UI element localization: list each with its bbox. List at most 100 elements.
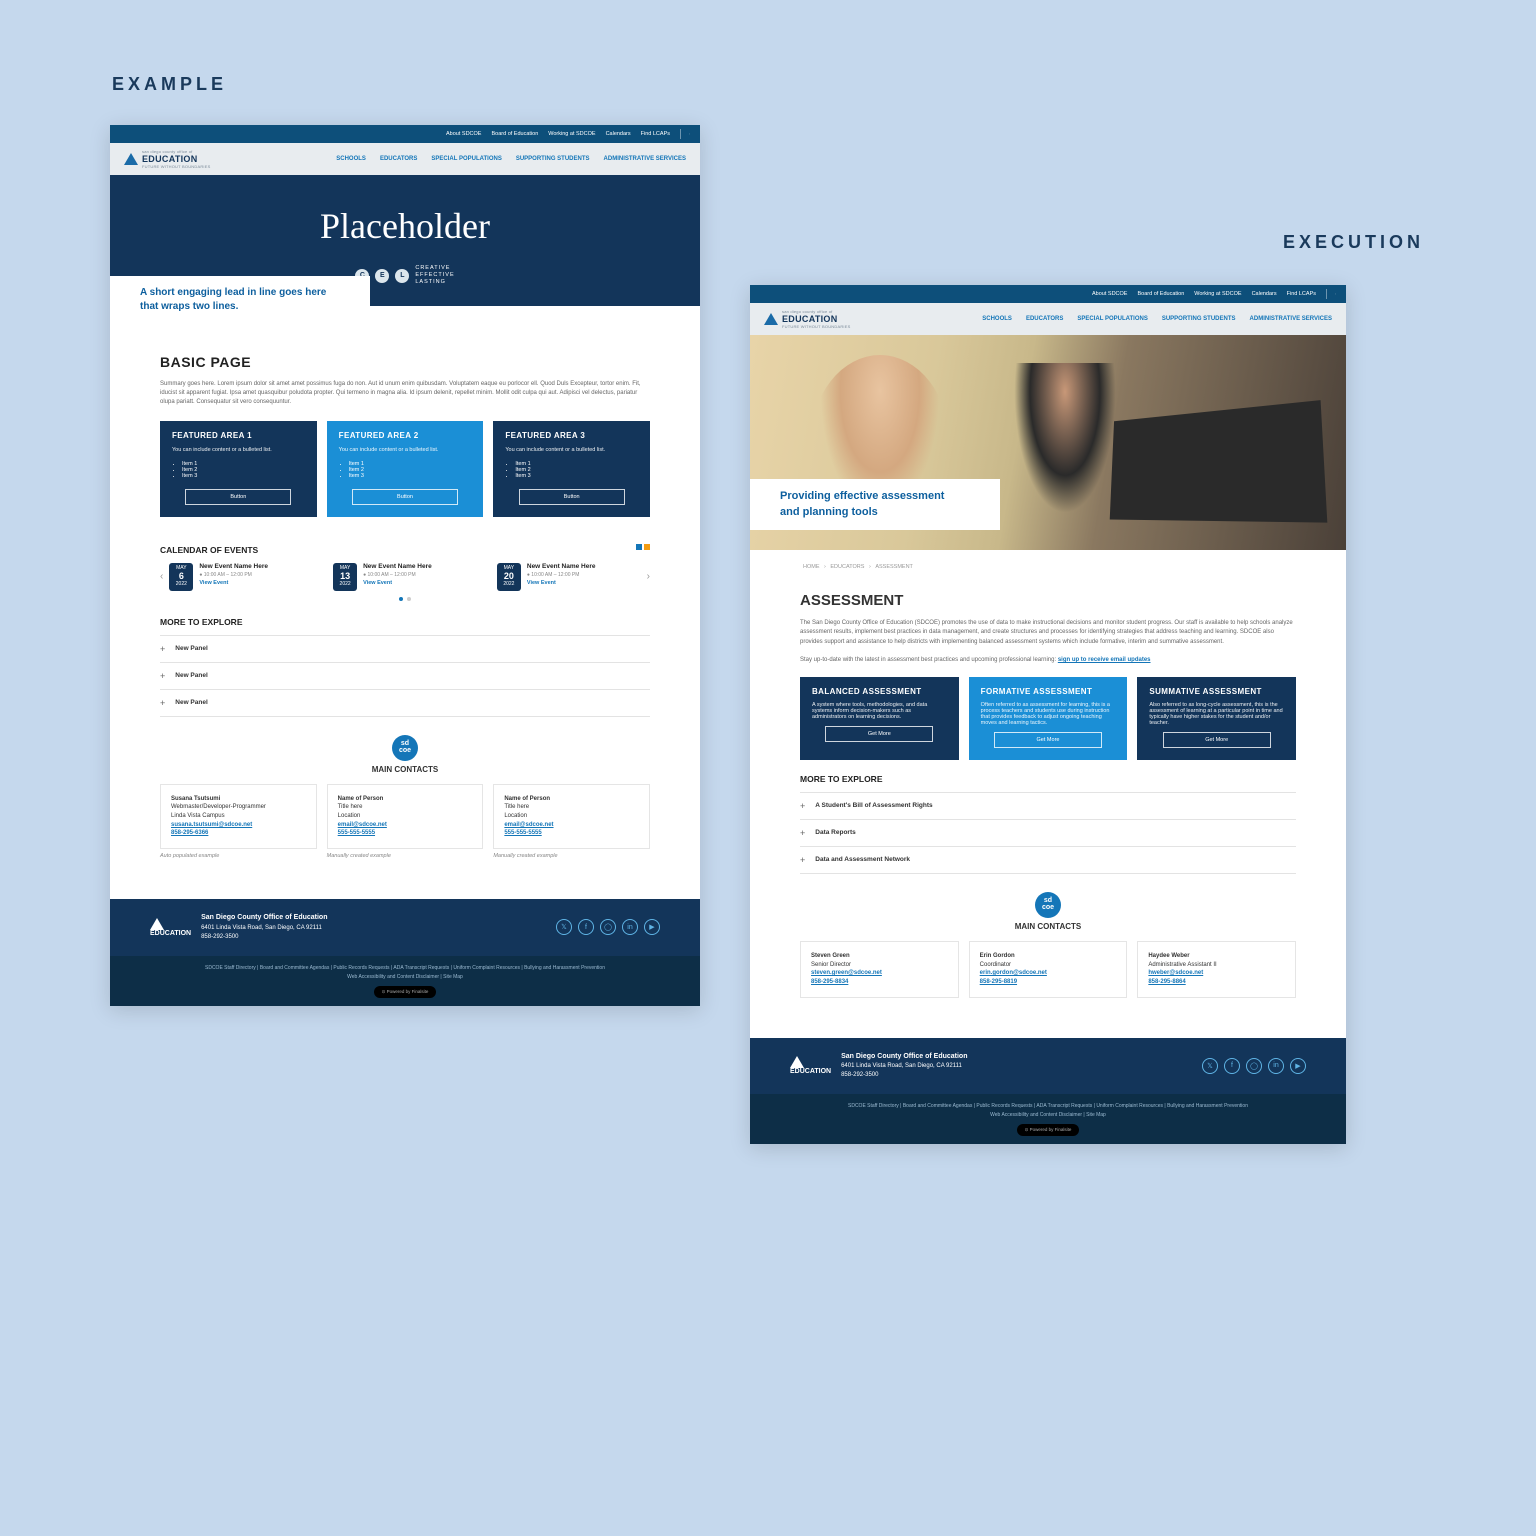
signup-link[interactable]: sign up to receive email updates <box>1058 657 1151 663</box>
assessment-card: FORMATIVE ASSESSMENTOften referred to as… <box>969 677 1128 760</box>
topbar-link[interactable]: Working at SDCOE <box>548 131 595 137</box>
nav-link[interactable]: EDUCATORS <box>380 156 417 162</box>
card-button[interactable]: Button <box>185 489 291 505</box>
card-button[interactable]: Get More <box>994 732 1102 748</box>
contact-phone-link[interactable]: 858-295-8834 <box>811 979 848 985</box>
youtube-icon[interactable]: ▶ <box>644 919 660 935</box>
social-links: 𝕏 f ◯ in ▶ <box>556 919 660 935</box>
powered-by-badge[interactable]: ⊙ Powered by Finalsite <box>374 986 437 998</box>
twitter-icon[interactable]: 𝕏 <box>556 919 572 935</box>
topbar-link[interactable]: Find LCAPs <box>1287 291 1316 297</box>
card-button[interactable]: Get More <box>825 726 933 742</box>
social-links: 𝕏f ◯ in ▶ <box>1202 1058 1306 1074</box>
instagram-icon[interactable]: ◯ <box>1246 1058 1262 1074</box>
contact-note: Manually created example <box>493 853 650 859</box>
contact-email-link[interactable]: email@sdcoe.net <box>504 822 553 828</box>
accordion-panel[interactable]: +New Panel <box>160 662 650 689</box>
label-example: EXAMPLE <box>112 74 227 95</box>
contact-email-link[interactable]: hweber@sdcoe.net <box>1148 970 1203 976</box>
cel-letter-icon: L <box>395 269 409 283</box>
contact-phone-link[interactable]: 858-295-8819 <box>980 979 1017 985</box>
view-event-link[interactable]: View Event <box>363 580 432 586</box>
cel-text: CREATIVEEFFECTIVELASTING <box>415 265 454 286</box>
search-icon[interactable] <box>1326 289 1336 299</box>
footer-address: San Diego County Office of Education6401… <box>841 1052 967 1081</box>
featured-card: FEATURED AREA 2 You can include content … <box>327 421 484 516</box>
accordion: +A Student's Bill of Assessment Rights +… <box>800 792 1296 874</box>
facebook-icon[interactable]: f <box>1224 1058 1240 1074</box>
contact-phone-link[interactable]: 858-295-8864 <box>1148 979 1185 985</box>
accordion-panel[interactable]: +New Panel <box>160 689 650 717</box>
nav-link[interactable]: SPECIAL POPULATIONS <box>431 156 501 162</box>
card-button[interactable]: Button <box>519 489 625 505</box>
event-item: MAY62022 New Event Name Here● 10:00 AM –… <box>169 563 313 591</box>
accordion-panel[interactable]: +A Student's Bill of Assessment Rights <box>800 792 1296 819</box>
logo[interactable]: san diego county office ofEDUCATIONFUTUR… <box>124 149 210 169</box>
navbar: san diego county office ofEDUCATIONFUTUR… <box>750 303 1346 335</box>
linkedin-icon[interactable]: in <box>622 919 638 935</box>
footer: EDUCATION San Diego County Office of Edu… <box>750 1038 1346 1095</box>
twitter-icon[interactable]: 𝕏 <box>1202 1058 1218 1074</box>
contact-phone-link[interactable]: 858-295-6366 <box>171 830 208 836</box>
event-title: New Event Name Here <box>527 563 596 570</box>
topbar-link[interactable]: Board of Education <box>491 131 538 137</box>
card-text: You can include content or a bulleted li… <box>172 446 305 454</box>
topbar-link[interactable]: Find LCAPs <box>641 131 670 137</box>
nav-link[interactable]: SUPPORTING STUDENTS <box>516 156 590 162</box>
summary-paragraph: Summary goes here. Lorem ipsum dolor sit… <box>160 380 650 407</box>
logo[interactable]: san diego county office ofEDUCATIONFUTUR… <box>764 309 850 329</box>
powered-by-badge[interactable]: ⊙ Powered by Finalsite <box>1017 1124 1080 1136</box>
nav-link[interactable]: SCHOOLS <box>336 156 366 162</box>
contact-email-link[interactable]: steven.green@sdcoe.net <box>811 970 882 976</box>
topbar-link[interactable]: Board of Education <box>1137 291 1184 297</box>
contact-phone-link[interactable]: 555-555-5555 <box>504 830 541 836</box>
card-button[interactable]: Button <box>352 489 458 505</box>
carousel-dots[interactable] <box>160 597 650 603</box>
nav-link[interactable]: ADMINISTRATIVE SERVICES <box>604 156 686 162</box>
accordion-panel[interactable]: +New Panel <box>160 635 650 662</box>
hero-image: Providing effective assessment and plann… <box>750 335 1346 550</box>
contact-phone-link[interactable]: 555-555-5555 <box>338 830 375 836</box>
card-title: BALANCED ASSESSMENT <box>812 687 947 696</box>
nav-link[interactable]: ADMINISTRATIVE SERVICES <box>1250 316 1332 322</box>
prev-arrow-icon[interactable]: ‹ <box>160 571 163 582</box>
footer-logo: EDUCATION <box>150 918 191 937</box>
contact-email-link[interactable]: erin.gordon@sdcoe.net <box>980 970 1047 976</box>
contact-email-link[interactable]: susana.tsutsumi@sdcoe.net <box>171 822 252 828</box>
card-title: SUMMATIVE ASSESSMENT <box>1149 687 1284 696</box>
nav-link[interactable]: SPECIAL POPULATIONS <box>1077 316 1147 322</box>
topbar-link[interactable]: About SDCOE <box>446 131 481 137</box>
topbar-link[interactable]: Working at SDCOE <box>1194 291 1241 297</box>
card-list: Item 1Item 2Item 3 <box>515 461 638 479</box>
card-button[interactable]: Get More <box>1163 732 1271 748</box>
nav-link[interactable]: SUPPORTING STUDENTS <box>1162 316 1236 322</box>
facebook-icon[interactable]: f <box>578 919 594 935</box>
topbar-link[interactable]: Calendars <box>1252 291 1277 297</box>
footer: EDUCATION San Diego County Office of Edu… <box>110 899 700 956</box>
card-text: A system where tools, methodologies, and… <box>812 702 947 720</box>
topbar-link[interactable]: About SDCOE <box>1092 291 1127 297</box>
topbar: About SDCOE Board of Education Working a… <box>110 125 700 143</box>
assessment-cards: BALANCED ASSESSMENT A system where tools,… <box>800 677 1296 760</box>
contact-card: Haydee WeberAdministrative Assistant IIh… <box>1137 941 1296 998</box>
youtube-icon[interactable]: ▶ <box>1290 1058 1306 1074</box>
topbar: About SDCOE Board of Education Working a… <box>750 285 1346 303</box>
search-icon[interactable] <box>680 129 690 139</box>
next-arrow-icon[interactable]: › <box>647 571 650 582</box>
main-nav: SCHOOLS EDUCATORS SPECIAL POPULATIONS SU… <box>982 316 1332 322</box>
view-event-link[interactable]: View Event <box>527 580 596 586</box>
contact-card: Erin GordonCoordinatorerin.gordon@sdcoe.… <box>969 941 1128 998</box>
topbar-link[interactable]: Calendars <box>606 131 631 137</box>
nav-link[interactable]: SCHOOLS <box>982 316 1012 322</box>
accordion-panel[interactable]: +Data Reports <box>800 819 1296 846</box>
view-toggle[interactable] <box>636 544 650 550</box>
linkedin-icon[interactable]: in <box>1268 1058 1284 1074</box>
accordion-panel[interactable]: +Data and Assessment Network <box>800 846 1296 874</box>
event-title: New Event Name Here <box>199 563 268 570</box>
instagram-icon[interactable]: ◯ <box>600 919 616 935</box>
card-list: Item 1Item 2Item 3 <box>182 461 305 479</box>
hero-title: Placeholder <box>110 205 700 247</box>
contact-email-link[interactable]: email@sdcoe.net <box>338 822 387 828</box>
view-event-link[interactable]: View Event <box>199 580 268 586</box>
nav-link[interactable]: EDUCATORS <box>1026 316 1063 322</box>
